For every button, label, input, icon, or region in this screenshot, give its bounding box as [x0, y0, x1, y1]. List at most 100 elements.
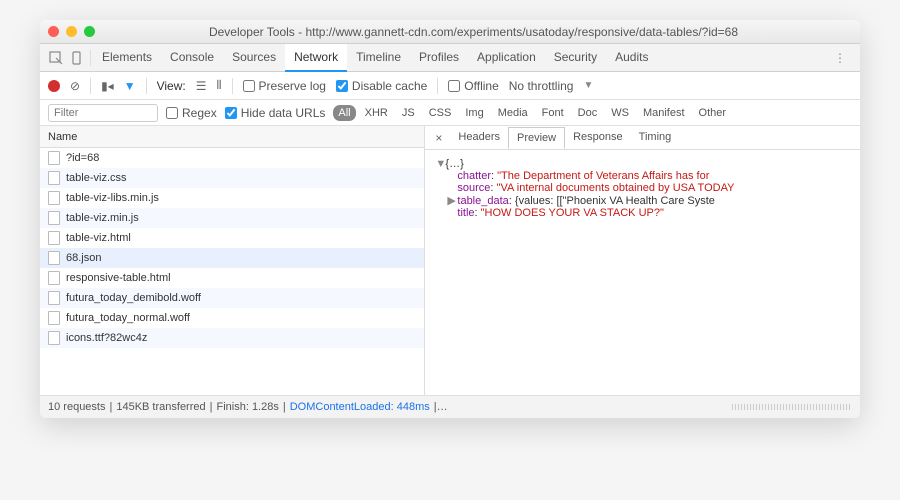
network-toolbar: ⊘ ▮◂ ▼ View: ☰ ⫴ Preserve log Disable ca…: [40, 72, 860, 100]
request-row[interactable]: table-viz.min.js: [40, 208, 424, 228]
tab-timeline[interactable]: Timeline: [347, 44, 410, 72]
filter-input[interactable]: [48, 104, 158, 122]
tab-network[interactable]: Network: [285, 44, 347, 72]
detail-pane: × HeadersPreviewResponseTiming ▼{…} chat…: [425, 126, 860, 395]
tab-security[interactable]: Security: [545, 44, 606, 72]
tab-console[interactable]: Console: [161, 44, 223, 72]
file-icon: [48, 291, 60, 305]
request-row[interactable]: ?id=68: [40, 148, 424, 168]
request-name: table-viz-libs.min.js: [66, 192, 159, 204]
request-row[interactable]: futura_today_normal.woff: [40, 308, 424, 328]
detail-tab-headers[interactable]: Headers: [450, 127, 508, 148]
zoom-button[interactable]: [84, 26, 95, 37]
separator: [146, 78, 147, 94]
status-transferred: 145KB transferred: [116, 401, 205, 413]
request-row[interactable]: futura_today_demibold.woff: [40, 288, 424, 308]
tab-profiles[interactable]: Profiles: [410, 44, 468, 72]
traffic-lights: [48, 26, 95, 37]
devtools-window: Developer Tools - http://www.gannett-cdn…: [40, 20, 860, 418]
overview-icon[interactable]: ⫴: [217, 78, 222, 93]
request-row[interactable]: table-viz.html: [40, 228, 424, 248]
close-icon[interactable]: ×: [429, 131, 448, 145]
filter-type-ws[interactable]: WS: [606, 105, 634, 121]
titlebar: Developer Tools - http://www.gannett-cdn…: [40, 20, 860, 44]
json-key: source: [457, 182, 490, 194]
minimize-button[interactable]: [66, 26, 77, 37]
regex-label: Regex: [182, 106, 217, 120]
tab-audits[interactable]: Audits: [606, 44, 657, 72]
chevron-down-icon[interactable]: ▼: [583, 80, 593, 91]
file-icon: [48, 271, 60, 285]
filter-type-doc[interactable]: Doc: [573, 105, 603, 121]
expand-arrow-icon[interactable]: ▶: [447, 194, 457, 207]
record-button[interactable]: [48, 80, 60, 92]
request-row[interactable]: table-viz-libs.min.js: [40, 188, 424, 208]
clear-icon[interactable]: ⊘: [70, 79, 80, 93]
request-name: table-viz.min.js: [66, 212, 139, 224]
tab-application[interactable]: Application: [468, 44, 545, 72]
filter-type-font[interactable]: Font: [537, 105, 569, 121]
request-name: table-viz.css: [66, 172, 127, 184]
throttling-select[interactable]: No throttling: [509, 79, 574, 93]
request-row[interactable]: 68.json: [40, 248, 424, 268]
tab-elements[interactable]: Elements: [93, 44, 161, 72]
filter-type-other[interactable]: Other: [694, 105, 732, 121]
offline-label: Offline: [464, 79, 498, 93]
request-name: futura_today_demibold.woff: [66, 292, 201, 304]
status-more: |…: [434, 401, 448, 413]
large-rows-icon[interactable]: ☰: [196, 79, 207, 93]
separator: [437, 78, 438, 94]
tab-sources[interactable]: Sources: [223, 44, 285, 72]
request-row[interactable]: responsive-table.html: [40, 268, 424, 288]
inspect-icon[interactable]: [46, 48, 66, 68]
drawer-resizer[interactable]: [732, 404, 852, 410]
regex-checkbox[interactable]: Regex: [166, 106, 217, 120]
filter-type-media[interactable]: Media: [493, 105, 533, 121]
disable-cache-checkbox[interactable]: Disable cache: [336, 79, 427, 93]
request-list: ?id=68 table-viz.css table-viz-libs.min.js…: [40, 148, 424, 395]
json-key: title: [457, 207, 474, 219]
file-icon: [48, 171, 60, 185]
hide-data-urls-checkbox[interactable]: Hide data URLs: [225, 106, 326, 120]
file-icon: [48, 231, 60, 245]
json-root: {…}: [445, 158, 463, 170]
expand-arrow-icon[interactable]: ▼: [435, 158, 445, 170]
json-key: chatter: [457, 170, 491, 182]
request-list-pane: Name ?id=68 table-viz.css table-viz-libs.m…: [40, 126, 425, 395]
detail-tabs: × HeadersPreviewResponseTiming: [425, 126, 860, 150]
json-value: "HOW DOES YOUR VA STACK UP?": [481, 207, 664, 219]
json-value: {values: [["Phoenix VA Health Care Syste: [515, 195, 715, 207]
filter-type-img[interactable]: Img: [460, 105, 488, 121]
device-icon[interactable]: [68, 48, 88, 68]
request-row[interactable]: table-viz.css: [40, 168, 424, 188]
filter-icon[interactable]: ▼: [124, 79, 136, 93]
json-value: "VA internal documents obtained by USA T…: [497, 182, 735, 194]
detail-tab-timing[interactable]: Timing: [631, 127, 680, 148]
request-name: futura_today_normal.woff: [66, 312, 190, 324]
filter-type-xhr[interactable]: XHR: [360, 105, 393, 121]
preserve-log-label: Preserve log: [259, 79, 326, 93]
json-value: "The Department of Veterans Affairs has …: [497, 170, 709, 182]
file-icon: [48, 331, 60, 345]
request-name: ?id=68: [66, 152, 99, 164]
file-icon: [48, 251, 60, 265]
content-area: Name ?id=68 table-viz.css table-viz-libs.m…: [40, 126, 860, 396]
detail-tab-response[interactable]: Response: [565, 127, 631, 148]
offline-checkbox[interactable]: Offline: [448, 79, 498, 93]
request-name: table-viz.html: [66, 232, 131, 244]
request-name: responsive-table.html: [66, 272, 171, 284]
close-button[interactable]: [48, 26, 59, 37]
kebab-menu-icon[interactable]: ⋮: [826, 51, 854, 65]
request-name: 68.json: [66, 252, 101, 264]
request-row[interactable]: icons.ttf?82wc4z: [40, 328, 424, 348]
filter-type-all[interactable]: All: [333, 105, 355, 121]
file-icon: [48, 211, 60, 225]
file-icon: [48, 311, 60, 325]
camera-icon[interactable]: ▮◂: [101, 79, 114, 93]
filter-type-manifest[interactable]: Manifest: [638, 105, 690, 121]
preserve-log-checkbox[interactable]: Preserve log: [243, 79, 326, 93]
detail-tab-preview[interactable]: Preview: [508, 127, 565, 149]
name-column-header[interactable]: Name: [40, 126, 424, 148]
filter-type-css[interactable]: CSS: [424, 105, 457, 121]
filter-type-js[interactable]: JS: [397, 105, 420, 121]
